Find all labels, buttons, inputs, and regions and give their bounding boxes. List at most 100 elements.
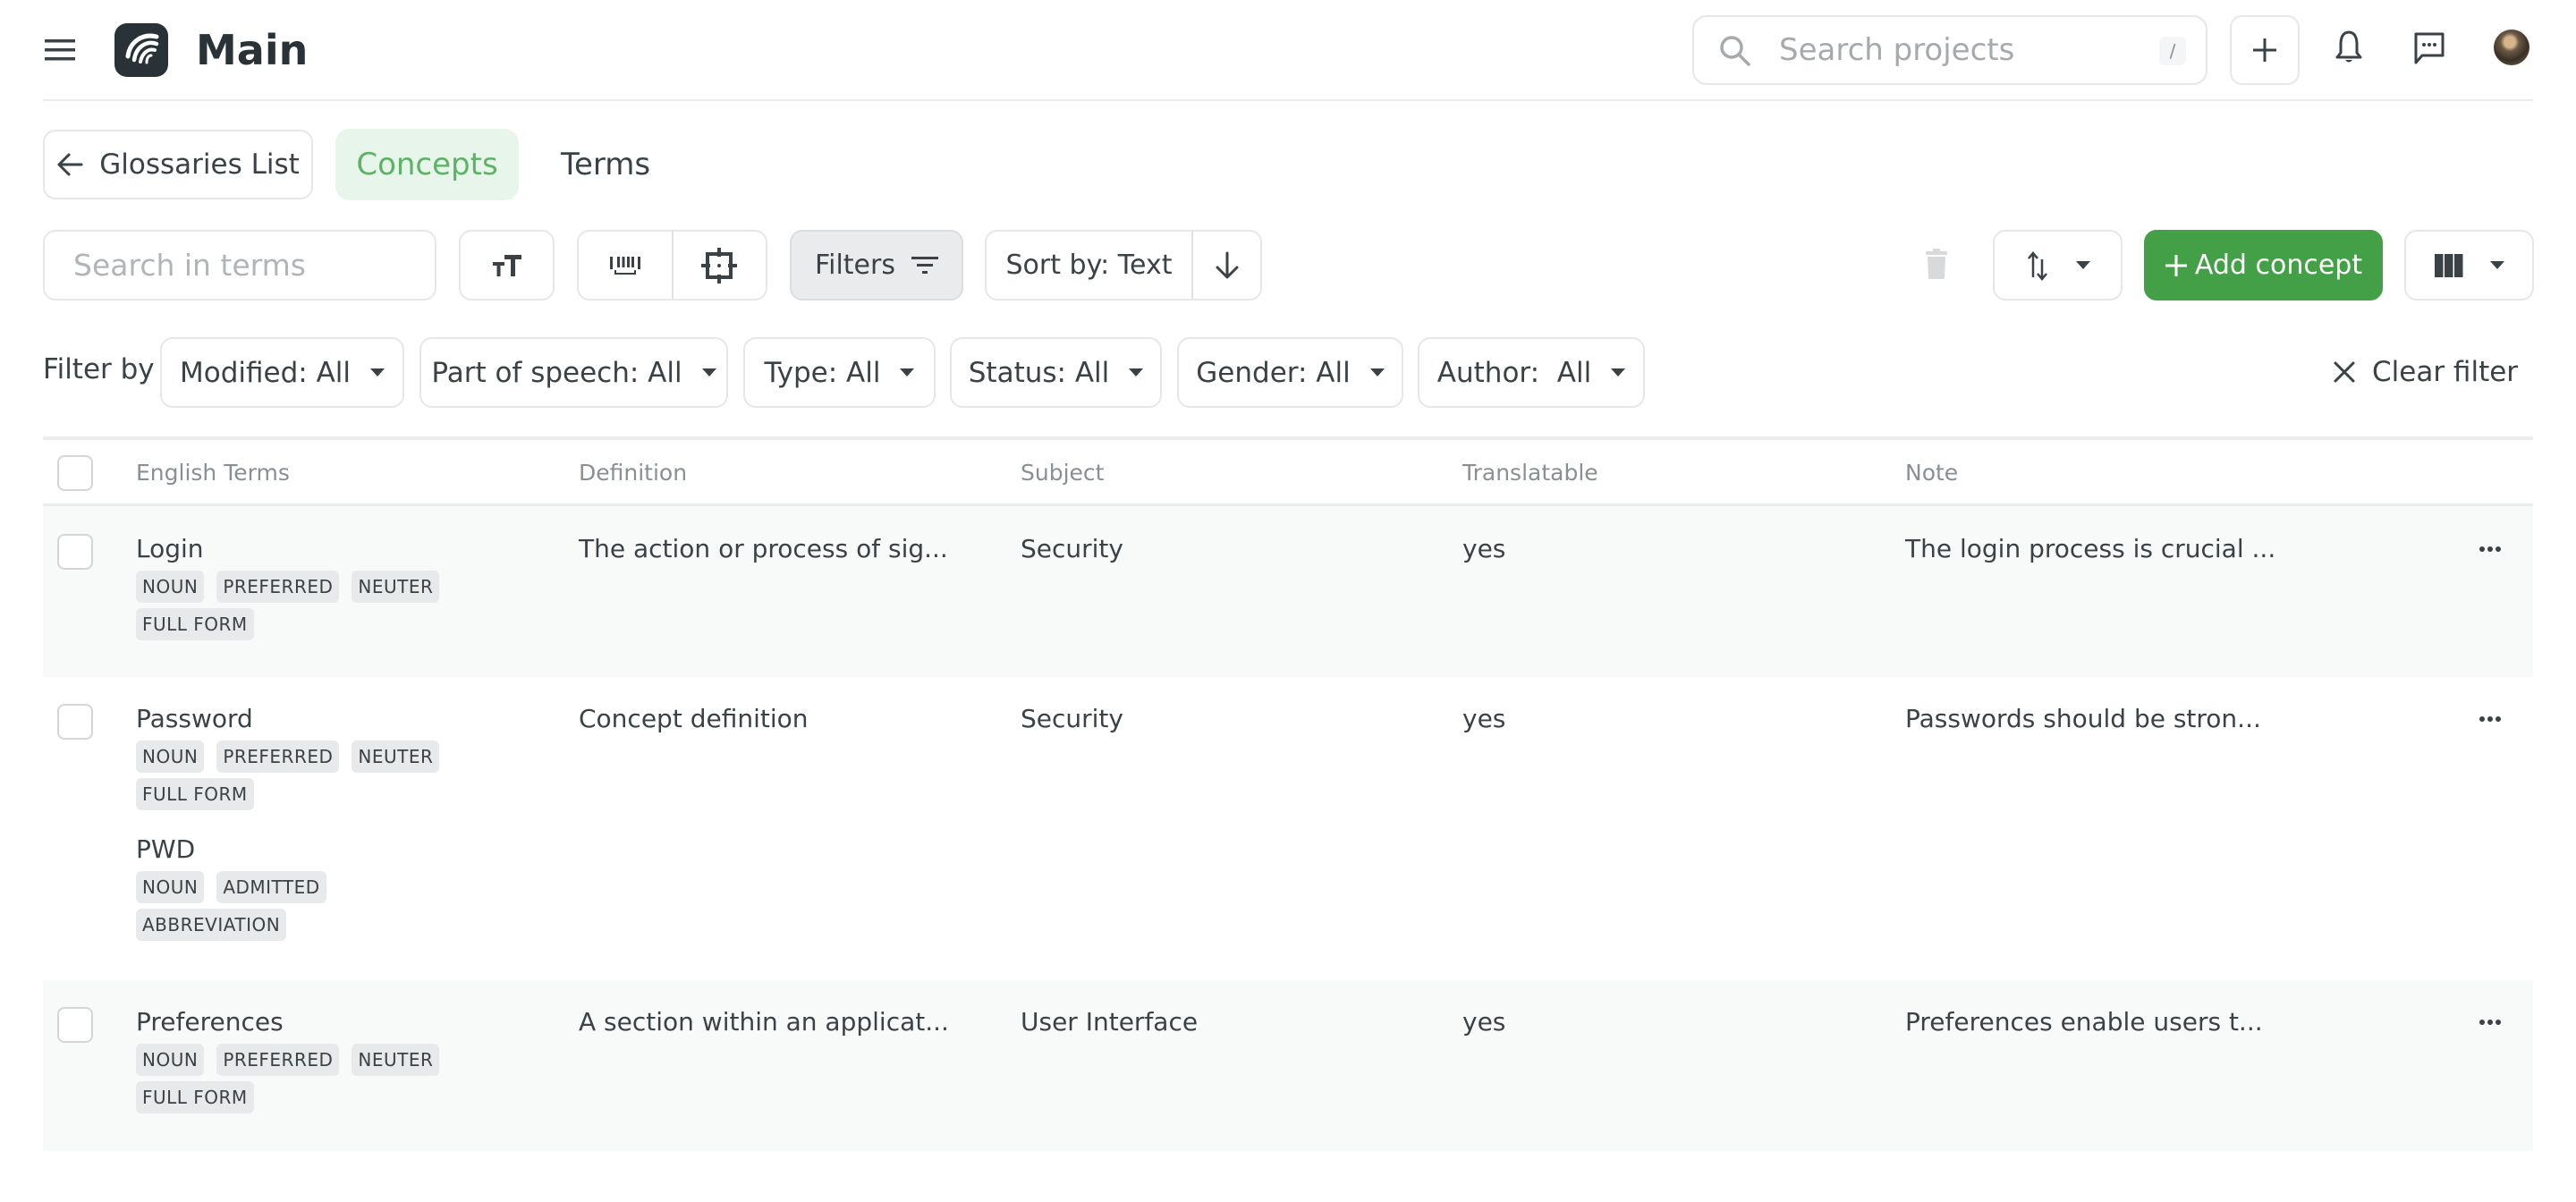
- term-tag: FULL FORM: [136, 608, 254, 640]
- chat-icon[interactable]: [2410, 27, 2449, 70]
- term-tag: ABBREVIATION: [136, 909, 287, 941]
- subject-cell: User Interface: [1021, 1007, 1199, 1037]
- text-size-button[interactable]: [459, 230, 555, 300]
- column-header-translatable[interactable]: Translatable: [1462, 440, 1598, 506]
- term-entry[interactable]: Login NOUN PREFERRED NEUTER FULL FORM: [136, 531, 476, 640]
- term-tag: NOUN: [136, 571, 205, 603]
- concepts-table: English Terms Definition Subject Transla…: [43, 436, 2533, 1151]
- column-header-english-terms[interactable]: English Terms: [136, 440, 290, 506]
- row-more-actions-icon[interactable]: [2472, 536, 2508, 563]
- filter-lines-icon: [911, 255, 938, 276]
- subject-cell: Security: [1021, 704, 1123, 733]
- reorder-dropdown[interactable]: [1993, 230, 2123, 300]
- modified-filter-dropdown[interactable]: Modified: All: [160, 337, 404, 408]
- part-of-speech-filter-dropdown[interactable]: Part of speech: All: [419, 337, 728, 408]
- note-cell: Preferences enable users t...: [1905, 1007, 2263, 1037]
- search-placeholder: Search projects: [1779, 32, 2015, 68]
- caret-down-icon: [701, 368, 716, 377]
- author-filter-label: Author: All: [1436, 356, 1592, 389]
- glossaries-list-back-button[interactable]: Glossaries List: [43, 130, 313, 199]
- trash-icon[interactable]: [1923, 247, 1950, 281]
- add-concept-button[interactable]: Add concept: [2144, 230, 2383, 300]
- term-tag: NEUTER: [352, 571, 440, 603]
- search-terms-input[interactable]: Search in terms: [43, 230, 436, 300]
- caret-down-icon: [1369, 368, 1385, 377]
- app-logo-icon[interactable]: [114, 23, 168, 77]
- translatable-cell: yes: [1462, 704, 1506, 733]
- term-text: Password: [136, 704, 253, 733]
- term-entry[interactable]: Password NOUN PREFERRED NEUTER FULL FORM: [136, 701, 476, 810]
- status-filter-label: Status: All: [968, 356, 1110, 389]
- status-filter-dropdown[interactable]: Status: All: [950, 337, 1162, 408]
- columns-dropdown[interactable]: [2404, 230, 2534, 300]
- add-concept-label: Add concept: [2194, 250, 2363, 281]
- term-tag: PREFERRED: [216, 1044, 340, 1076]
- term-tag: PREFERRED: [216, 741, 340, 773]
- table-row[interactable]: Login NOUN PREFERRED NEUTER FULL FORM Th…: [43, 506, 2533, 677]
- search-projects-input[interactable]: Search projects /: [1692, 15, 2207, 85]
- clear-filter-button[interactable]: Clear filter: [2333, 344, 2518, 400]
- create-button[interactable]: [2230, 15, 2300, 85]
- row-checkbox[interactable]: [57, 1007, 93, 1043]
- bell-icon[interactable]: [2329, 25, 2368, 70]
- columns-icon: [2434, 253, 2463, 277]
- term-text: Preferences: [136, 1007, 284, 1037]
- term-tag: NEUTER: [352, 741, 440, 773]
- term-tag: NOUN: [136, 741, 205, 773]
- hamburger-menu-icon[interactable]: [41, 32, 80, 68]
- note-cell: The login process is crucial ...: [1905, 534, 2276, 563]
- translatable-cell: yes: [1462, 534, 1506, 563]
- back-button-label: Glossaries List: [99, 148, 300, 181]
- caret-down-icon: [2075, 261, 2090, 269]
- column-header-note[interactable]: Note: [1905, 440, 1958, 506]
- table-row[interactable]: Preferences NOUN PREFERRED NEUTER FULL F…: [43, 980, 2533, 1151]
- gender-filter-dropdown[interactable]: Gender: All: [1177, 337, 1403, 408]
- filter-by-label: Filter by: [43, 353, 155, 385]
- definition-cell: Concept definition: [579, 704, 809, 733]
- user-avatar[interactable]: [2494, 30, 2529, 65]
- row-checkbox[interactable]: [57, 704, 93, 740]
- row-checkbox[interactable]: [57, 534, 93, 570]
- table-header: English Terms Definition Subject Transla…: [43, 440, 2533, 506]
- select-all-checkbox[interactable]: [57, 455, 93, 491]
- tab-concepts[interactable]: Concepts: [335, 129, 519, 200]
- caret-down-icon: [1611, 368, 1626, 377]
- plus-icon: [2165, 254, 2188, 277]
- shortcut-hint: /: [2159, 37, 2186, 65]
- header-divider: [43, 99, 2533, 101]
- term-tag: FULL FORM: [136, 778, 254, 810]
- caret-down-icon: [900, 368, 915, 377]
- column-header-subject[interactable]: Subject: [1021, 440, 1104, 506]
- term-entry[interactable]: Preferences NOUN PREFERRED NEUTER FULL F…: [136, 1004, 476, 1113]
- gender-filter-label: Gender: All: [1196, 356, 1351, 389]
- term-text: PWD: [136, 834, 196, 864]
- term-entry[interactable]: PWD NOUN ADMITTED ABBREVIATION: [136, 832, 476, 941]
- tab-terms[interactable]: Terms: [561, 129, 650, 200]
- type-filter-dropdown[interactable]: Type: All: [743, 337, 936, 408]
- part-of-speech-filter-label: Part of speech: All: [431, 356, 682, 389]
- term-text: Login: [136, 534, 204, 563]
- table-row[interactable]: Password NOUN PREFERRED NEUTER FULL FORM…: [43, 677, 2533, 980]
- arrow-down-icon: [1215, 251, 1240, 280]
- focus-button[interactable]: [671, 232, 767, 299]
- filters-button[interactable]: Filters: [790, 230, 963, 300]
- column-header-definition[interactable]: Definition: [579, 440, 687, 506]
- clear-filter-label: Clear filter: [2372, 356, 2519, 388]
- row-more-actions-icon[interactable]: [2472, 1009, 2508, 1036]
- caret-down-icon: [1129, 368, 1144, 377]
- sort-by-dropdown[interactable]: Sort by: Text: [987, 232, 1193, 299]
- arrow-left-icon: [56, 152, 83, 177]
- term-tag: NEUTER: [352, 1044, 440, 1076]
- author-filter-dropdown[interactable]: Author: All: [1418, 337, 1645, 408]
- ruler-icon: [608, 255, 642, 276]
- search-terms-placeholder: Search in terms: [73, 248, 307, 283]
- row-more-actions-icon[interactable]: [2472, 706, 2508, 732]
- caret-down-icon: [370, 368, 385, 377]
- swap-vertical-icon: [2026, 250, 2049, 281]
- caret-down-icon: [2489, 261, 2504, 269]
- crosshair-frame-icon: [700, 247, 738, 284]
- ruler-button[interactable]: [579, 232, 672, 299]
- search-icon: [1717, 33, 1753, 69]
- sort-direction-button[interactable]: [1193, 232, 1260, 299]
- type-filter-label: Type: All: [764, 356, 881, 389]
